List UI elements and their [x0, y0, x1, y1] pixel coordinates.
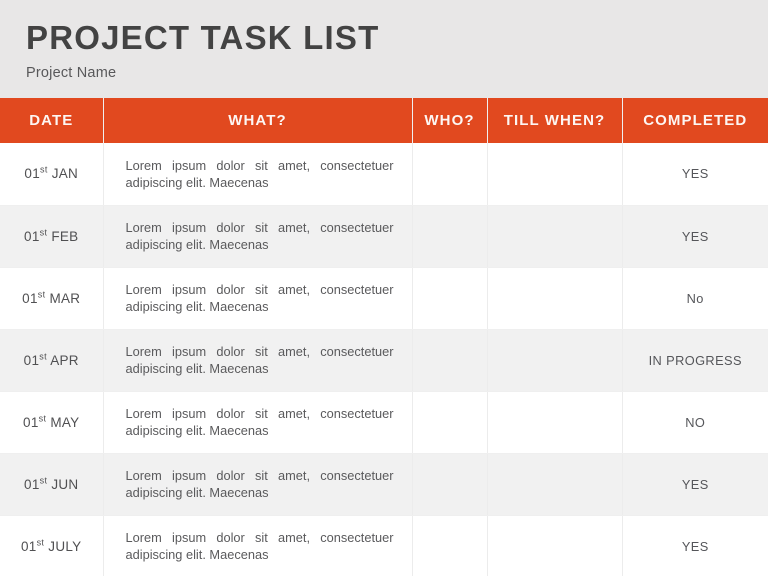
cell-what[interactable]: Lorem ipsum dolor sit amet, consectetuer… — [103, 391, 413, 454]
slide-canvas: PROJECT TASK LIST Project Name DATE WHAT… — [0, 0, 768, 576]
date-day: 01 — [23, 352, 40, 368]
cell-who[interactable] — [412, 143, 488, 206]
cell-what[interactable]: Lorem ipsum dolor sit amet, consectetuer… — [103, 205, 413, 268]
cell-what[interactable]: Lorem ipsum dolor sit amet, consectetuer… — [103, 267, 413, 330]
date-ordinal-suffix: st — [39, 475, 48, 485]
date-month: JULY — [48, 538, 82, 554]
date-month: JUN — [51, 476, 79, 492]
date-ordinal-suffix: st — [37, 289, 46, 299]
cell-completed[interactable]: IN PROGRESS — [622, 329, 768, 392]
date-month: FEB — [51, 228, 79, 244]
cell-what[interactable]: Lorem ipsum dolor sit amet, consectetuer… — [103, 329, 413, 392]
cell-who[interactable] — [412, 515, 488, 576]
cell-till-when[interactable] — [487, 329, 623, 392]
cell-who[interactable] — [412, 205, 488, 268]
cell-completed[interactable]: YES — [622, 205, 768, 268]
cell-date: 01st JULY — [0, 515, 104, 576]
project-task-table: DATE WHAT? WHO? TILL WHEN? COMPLETED 01s… — [0, 98, 768, 576]
date-month: MAY — [50, 414, 80, 430]
date-ordinal-suffix: st — [39, 227, 48, 237]
table-row[interactable]: 01st APR Lorem ipsum dolor sit amet, cons… — [0, 329, 768, 392]
cell-what[interactable]: Lorem ipsum dolor sit amet, consectetuer… — [103, 453, 413, 516]
cell-completed[interactable]: NO — [622, 391, 768, 454]
date-day: 01 — [23, 414, 39, 430]
column-header-who[interactable]: WHO? — [412, 98, 488, 143]
cell-till-when[interactable] — [487, 143, 623, 206]
title-block: PROJECT TASK LIST Project Name — [0, 0, 768, 98]
cell-what[interactable]: Lorem ipsum dolor sit amet, consectetuer… — [103, 515, 413, 576]
cell-till-when[interactable] — [487, 267, 623, 330]
cell-completed[interactable]: No — [622, 267, 768, 330]
date-month: APR — [50, 352, 79, 368]
cell-who[interactable] — [412, 391, 488, 454]
cell-date: 01st APR — [0, 329, 104, 392]
date-day: 01 — [22, 290, 38, 306]
date-day: 01 — [24, 476, 40, 492]
cell-till-when[interactable] — [487, 391, 623, 454]
cell-till-when[interactable] — [487, 205, 623, 268]
cell-who[interactable] — [412, 267, 488, 330]
date-ordinal-suffix: st — [38, 413, 47, 423]
cell-date: 01st MAR — [0, 267, 104, 330]
date-ordinal-suffix: st — [40, 164, 48, 175]
table-row[interactable]: 01st JUN Lorem ipsum dolor sit amet, cons… — [0, 453, 768, 516]
date-day: 01 — [24, 228, 40, 244]
cell-completed[interactable]: YES — [622, 453, 768, 516]
cell-who[interactable] — [412, 453, 488, 516]
table-header: DATE WHAT? WHO? TILL WHEN? COMPLETED — [0, 98, 768, 143]
cell-completed[interactable]: YES — [622, 143, 768, 206]
cell-completed[interactable]: YES — [622, 515, 768, 576]
project-name-subtitle: Project Name — [26, 65, 117, 81]
cell-date: 01st JAN — [0, 143, 104, 206]
date-month: MAR — [49, 290, 81, 306]
column-header-what[interactable]: WHAT? — [103, 98, 413, 143]
table-row[interactable]: 01st JAN Lorem ipsum dolor sit amet, cons… — [0, 143, 768, 206]
cell-date: 01st FEB — [0, 205, 104, 268]
date-ordinal-suffix: st — [39, 351, 47, 361]
cell-who[interactable] — [412, 329, 488, 392]
table-row[interactable]: 01st JULY Lorem ipsum dolor sit amet, con… — [0, 515, 768, 576]
column-header-till-when[interactable]: TILL WHEN? — [487, 98, 623, 143]
table-row[interactable]: 01st FEB Lorem ipsum dolor sit amet, cons… — [0, 205, 768, 268]
table-row[interactable]: 01st MAY Lorem ipsum dolor sit amet, cons… — [0, 391, 768, 454]
cell-till-when[interactable] — [487, 515, 623, 576]
column-header-date[interactable]: DATE — [0, 98, 104, 143]
cell-date: 01st JUN — [0, 453, 104, 516]
date-day: 01 — [24, 166, 41, 182]
page-title: PROJECT TASK LIST — [26, 19, 380, 56]
cell-what[interactable]: Lorem ipsum dolor sit amet, consectetuer… — [103, 143, 413, 206]
cell-date: 01st MAY — [0, 391, 104, 454]
date-ordinal-suffix: st — [36, 537, 45, 547]
date-month: JAN — [51, 166, 79, 182]
column-header-completed[interactable]: COMPLETED — [622, 98, 768, 143]
date-day: 01 — [20, 538, 37, 554]
table-body: 01st JAN Lorem ipsum dolor sit amet, cons… — [0, 143, 768, 576]
cell-till-when[interactable] — [487, 453, 623, 516]
table-row[interactable]: 01st MAR Lorem ipsum dolor sit amet, cons… — [0, 267, 768, 330]
table-header-row: DATE WHAT? WHO? TILL WHEN? COMPLETED — [0, 98, 768, 143]
